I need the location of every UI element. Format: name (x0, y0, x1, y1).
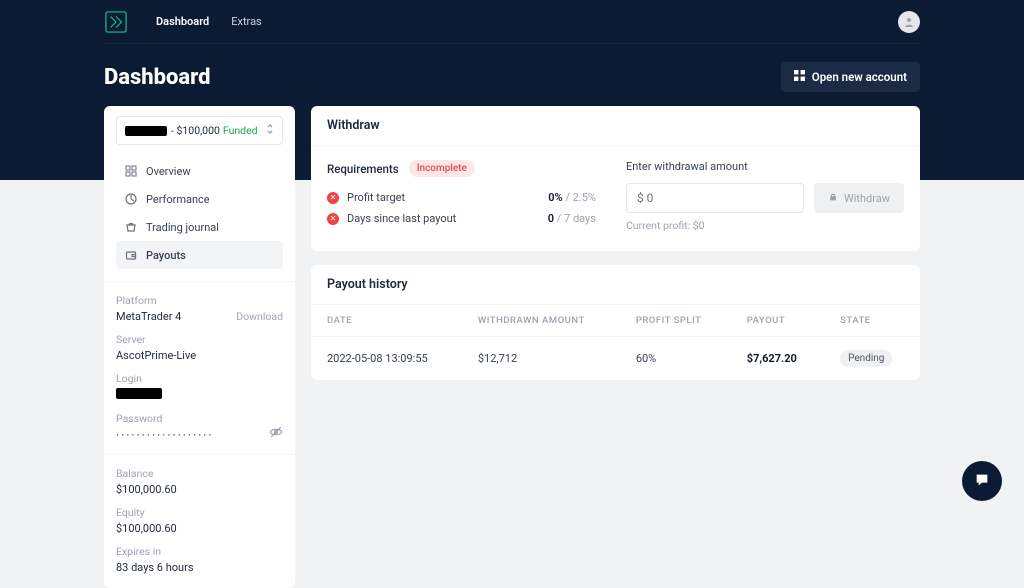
password-mask: ··················· (116, 428, 214, 442)
requirement-days-since-payout: ✕ Days since last payout 0 / 7 days (327, 212, 596, 225)
account-id-redacted (125, 126, 167, 136)
col-split: PROFIT SPLIT (620, 305, 731, 337)
logo[interactable] (104, 10, 128, 34)
sidebar: - $100,000 Funded Overview Performance T… (104, 106, 295, 588)
platform-value: MetaTrader 4 (116, 310, 181, 323)
sidebar-item-payouts[interactable]: Payouts (116, 241, 283, 269)
platform-label: Platform (116, 294, 181, 307)
bag-icon (124, 220, 138, 234)
expires-label: Expires in (116, 545, 283, 558)
chevron-updown-icon (266, 123, 274, 138)
server-label: Server (116, 333, 283, 346)
nav-extras[interactable]: Extras (231, 15, 261, 28)
lock-icon (828, 192, 838, 205)
plus-grid-icon (794, 70, 805, 84)
login-value-redacted (116, 388, 162, 399)
balance-value: $100,000.60 (116, 483, 283, 496)
balance-label: Balance (116, 467, 283, 480)
table-row: 2022-05-08 13:09:55 $12,712 60% $7,627.2… (311, 337, 920, 381)
withdraw-card: Withdraw Requirements Incomplete ✕ Profi… (311, 106, 920, 251)
withdraw-button: Withdraw (814, 183, 904, 213)
eye-icon[interactable] (269, 425, 283, 442)
sidebar-item-overview[interactable]: Overview (116, 157, 283, 185)
equity-label: Equity (116, 506, 283, 519)
col-state: STATE (824, 305, 920, 337)
open-new-account-button[interactable]: Open new account (781, 62, 920, 92)
status-badge-incomplete: Incomplete (409, 160, 475, 177)
server-value: AscotPrime-Live (116, 349, 283, 362)
requirements-label: Requirements (327, 162, 399, 176)
withdraw-title: Withdraw (311, 106, 920, 146)
current-profit-hint: Current profit: $0 (626, 219, 904, 232)
equity-value: $100,000.60 (116, 522, 283, 535)
withdraw-amount-label: Enter withdrawal amount (626, 160, 904, 173)
payout-history-title: Payout history (311, 265, 920, 305)
page-title: Dashboard (104, 65, 781, 90)
sidebar-item-performance[interactable]: Performance (116, 185, 283, 213)
x-circle-icon: ✕ (327, 213, 339, 225)
status-badge-pending: Pending (840, 350, 892, 367)
col-payout: PAYOUT (731, 305, 824, 337)
login-label: Login (116, 372, 283, 385)
account-selector[interactable]: - $100,000 Funded (116, 116, 283, 145)
download-link[interactable]: Download (236, 310, 283, 323)
password-label: Password (116, 412, 214, 425)
withdraw-amount-input[interactable] (626, 183, 804, 213)
avatar[interactable] (898, 11, 920, 33)
requirement-profit-target: ✕ Profit target 0% / 2.5% (327, 191, 596, 204)
payout-history-card: Payout history DATE WITHDRAWN AMOUNT PRO… (311, 265, 920, 380)
x-circle-icon: ✕ (327, 192, 339, 204)
wallet-icon (124, 248, 138, 262)
sidebar-item-trading-journal[interactable]: Trading journal (116, 213, 283, 241)
nav-dashboard[interactable]: Dashboard (156, 15, 209, 28)
col-withdrawn: WITHDRAWN AMOUNT (462, 305, 620, 337)
col-date: DATE (311, 305, 462, 337)
grid-icon (124, 164, 138, 178)
expires-value: 83 days 6 hours (116, 561, 283, 574)
chart-icon (124, 192, 138, 206)
